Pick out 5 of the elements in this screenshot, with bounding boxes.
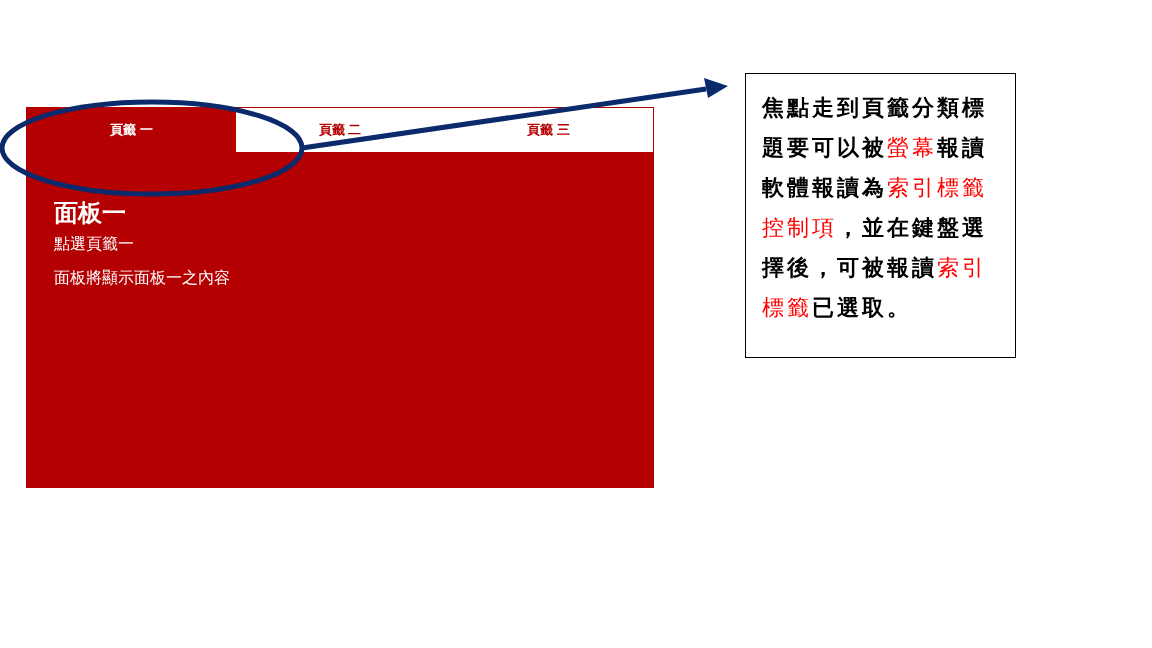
tab[interactable]: 頁籤 三 xyxy=(444,108,653,152)
panel-text: 點選頁籤一 xyxy=(54,234,135,254)
panel-title: 面板一 xyxy=(54,199,127,227)
panel-text: 面板將顯示面板一之內容 xyxy=(54,268,231,288)
annotation-text: 焦點走到頁籤分類標題要可以被螢幕報讀軟體報讀為 索引標籤控制項，並在鍵盤選擇後，可被報讀索引標籤 已選取。 xyxy=(745,73,1016,358)
